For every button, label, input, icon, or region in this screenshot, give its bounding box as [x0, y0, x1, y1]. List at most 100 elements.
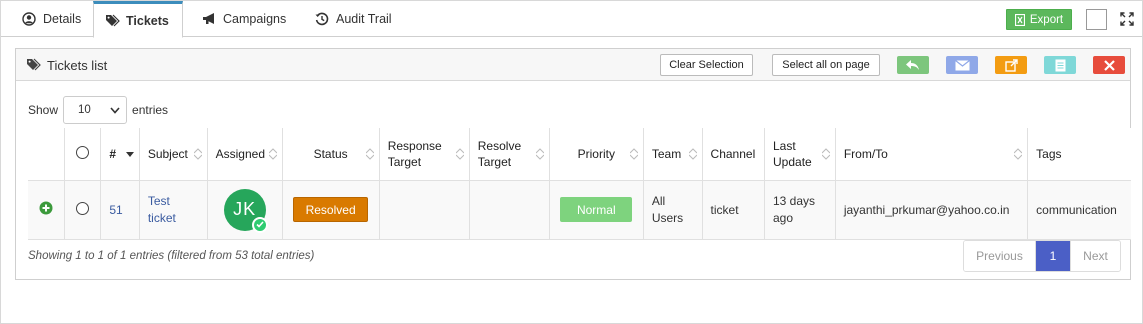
th-channel-label: Channel — [710, 146, 756, 161]
email-button[interactable] — [946, 56, 978, 74]
expand-column-header — [28, 128, 65, 181]
th-priority[interactable]: Priority — [549, 128, 644, 181]
current-page-button[interactable]: 1 — [1036, 241, 1070, 271]
resolve-target-cell — [469, 180, 550, 240]
th-tags-label: Tags — [1036, 146, 1062, 161]
reply-icon — [906, 59, 919, 70]
th-last-update[interactable]: Last Update — [764, 128, 836, 181]
tags-icon — [26, 58, 41, 72]
file-excel-icon — [1014, 13, 1025, 26]
th-priority-label: Priority — [577, 146, 615, 161]
entries-label: entries — [132, 103, 169, 117]
fullscreen-icon[interactable] — [1117, 9, 1137, 29]
previous-page-button[interactable]: Previous — [964, 241, 1036, 271]
sort-icon — [821, 148, 830, 160]
last-update-value: 13 days ago — [773, 193, 816, 225]
th-resolve-target-label: Resolve Target — [477, 138, 522, 169]
panel-header: Tickets list Clear Selection Select all … — [16, 49, 1130, 81]
th-assigned-label: Assigned — [215, 146, 266, 161]
bullhorn-icon — [201, 11, 217, 27]
history-icon — [314, 11, 330, 27]
tab-label: Audit Trail — [336, 12, 392, 26]
th-resolve-target[interactable]: Resolve Target — [469, 128, 550, 181]
channel-cell: ticket — [702, 180, 766, 240]
select-all-button[interactable]: Select all on page — [772, 54, 880, 76]
sort-icon — [535, 148, 544, 160]
tab-label: Tickets — [126, 13, 169, 28]
clear-selection-button[interactable]: Clear Selection — [660, 54, 753, 76]
th-tags[interactable]: Tags — [1027, 128, 1131, 181]
ticket-number-link[interactable]: 51 — [109, 203, 122, 217]
th-channel[interactable]: Channel — [702, 128, 766, 181]
last-update-cell: 13 days ago — [764, 180, 836, 240]
th-subject[interactable]: Subject — [139, 128, 208, 181]
th-status[interactable]: Status — [282, 128, 380, 181]
sort-icon — [193, 148, 202, 160]
th-subject-label: Subject — [147, 146, 188, 161]
tab-details[interactable]: Details — [11, 1, 91, 37]
th-status-label: Status — [313, 146, 348, 161]
row-select-radio[interactable] — [76, 201, 90, 215]
forward-button[interactable] — [995, 56, 1027, 74]
th-team[interactable]: Team — [643, 128, 703, 181]
th-assigned[interactable]: Assigned — [207, 128, 283, 181]
square-button[interactable] — [1086, 9, 1107, 30]
user-circle-icon — [21, 11, 37, 27]
tab-bar: Details Tickets Campaigns Audit Trail Ex… — [1, 1, 1142, 38]
tickets-container: Details Tickets Campaigns Audit Trail Ex… — [0, 0, 1143, 324]
sort-icon — [268, 148, 277, 160]
sort-desc-icon — [125, 151, 134, 157]
subject-link[interactable]: Test ticket — [148, 193, 188, 227]
sort-icon — [455, 148, 464, 160]
tickets-panel: Tickets list Clear Selection Select all … — [15, 48, 1131, 280]
assigned-cell: JK — [207, 180, 283, 240]
th-from-to[interactable]: From/To — [835, 128, 1029, 181]
sort-icon — [1014, 148, 1023, 160]
select-all-radio[interactable] — [76, 145, 90, 159]
show-label: Show — [28, 103, 59, 117]
subject-cell[interactable]: Test ticket — [139, 180, 208, 240]
th-response-target[interactable]: Response Target — [379, 128, 470, 181]
expand-cell[interactable] — [28, 180, 65, 240]
avatar-initials: JK — [233, 199, 257, 219]
th-team-label: Team — [651, 146, 682, 161]
export-button[interactable]: Export — [1006, 9, 1072, 30]
table-info: Showing 1 to 1 of 1 entries (filtered fr… — [28, 250, 315, 262]
team-cell: All Users — [643, 180, 703, 240]
panel-title-text: Tickets list — [47, 57, 108, 73]
export-label: Export — [1029, 13, 1064, 26]
th-last-update-label: Last Update — [773, 138, 812, 169]
delete-button[interactable] — [1093, 56, 1125, 74]
select-column-header[interactable] — [64, 128, 102, 181]
tab-campaigns[interactable]: Campaigns — [191, 1, 296, 37]
pagination: Previous 1 Next — [963, 240, 1121, 272]
entries-value: 10 — [78, 104, 91, 116]
select-cell[interactable] — [64, 180, 102, 240]
next-page-button[interactable]: Next — [1070, 241, 1120, 271]
panel-title: Tickets list — [26, 49, 107, 81]
tab-audit-trail[interactable]: Audit Trail — [304, 1, 402, 37]
th-response-target-label: Response Target — [387, 138, 442, 169]
entries-select[interactable]: 10 — [63, 96, 128, 124]
status-cell: Resolved — [282, 180, 380, 240]
tickets-table: # Subject Assigned Status Response Targe… — [28, 128, 1131, 240]
tags-cell: communication — [1027, 180, 1131, 240]
envelope-icon — [954, 59, 970, 70]
table-row[interactable]: 51 Test ticket JK Resolved Normal All Us… — [28, 180, 1131, 240]
team-value: All Users — [651, 193, 684, 225]
check-icon — [251, 216, 268, 233]
avatar: JK — [223, 188, 268, 233]
th-number[interactable]: # — [100, 128, 140, 181]
note-button[interactable] — [1044, 56, 1076, 74]
th-from-to-label: From/To — [843, 146, 888, 161]
ticket-number-cell[interactable]: 51 — [100, 180, 140, 240]
sort-icon — [629, 148, 638, 160]
plus-circle-icon[interactable] — [39, 201, 53, 215]
length-control: Show 10 entries — [28, 95, 168, 125]
tags-icon — [104, 13, 120, 29]
th-number-label: # — [109, 146, 117, 161]
share-square-icon — [1004, 58, 1018, 72]
tab-tickets[interactable]: Tickets — [93, 1, 183, 38]
reply-button[interactable] — [897, 56, 929, 74]
status-badge: Resolved — [293, 197, 369, 222]
